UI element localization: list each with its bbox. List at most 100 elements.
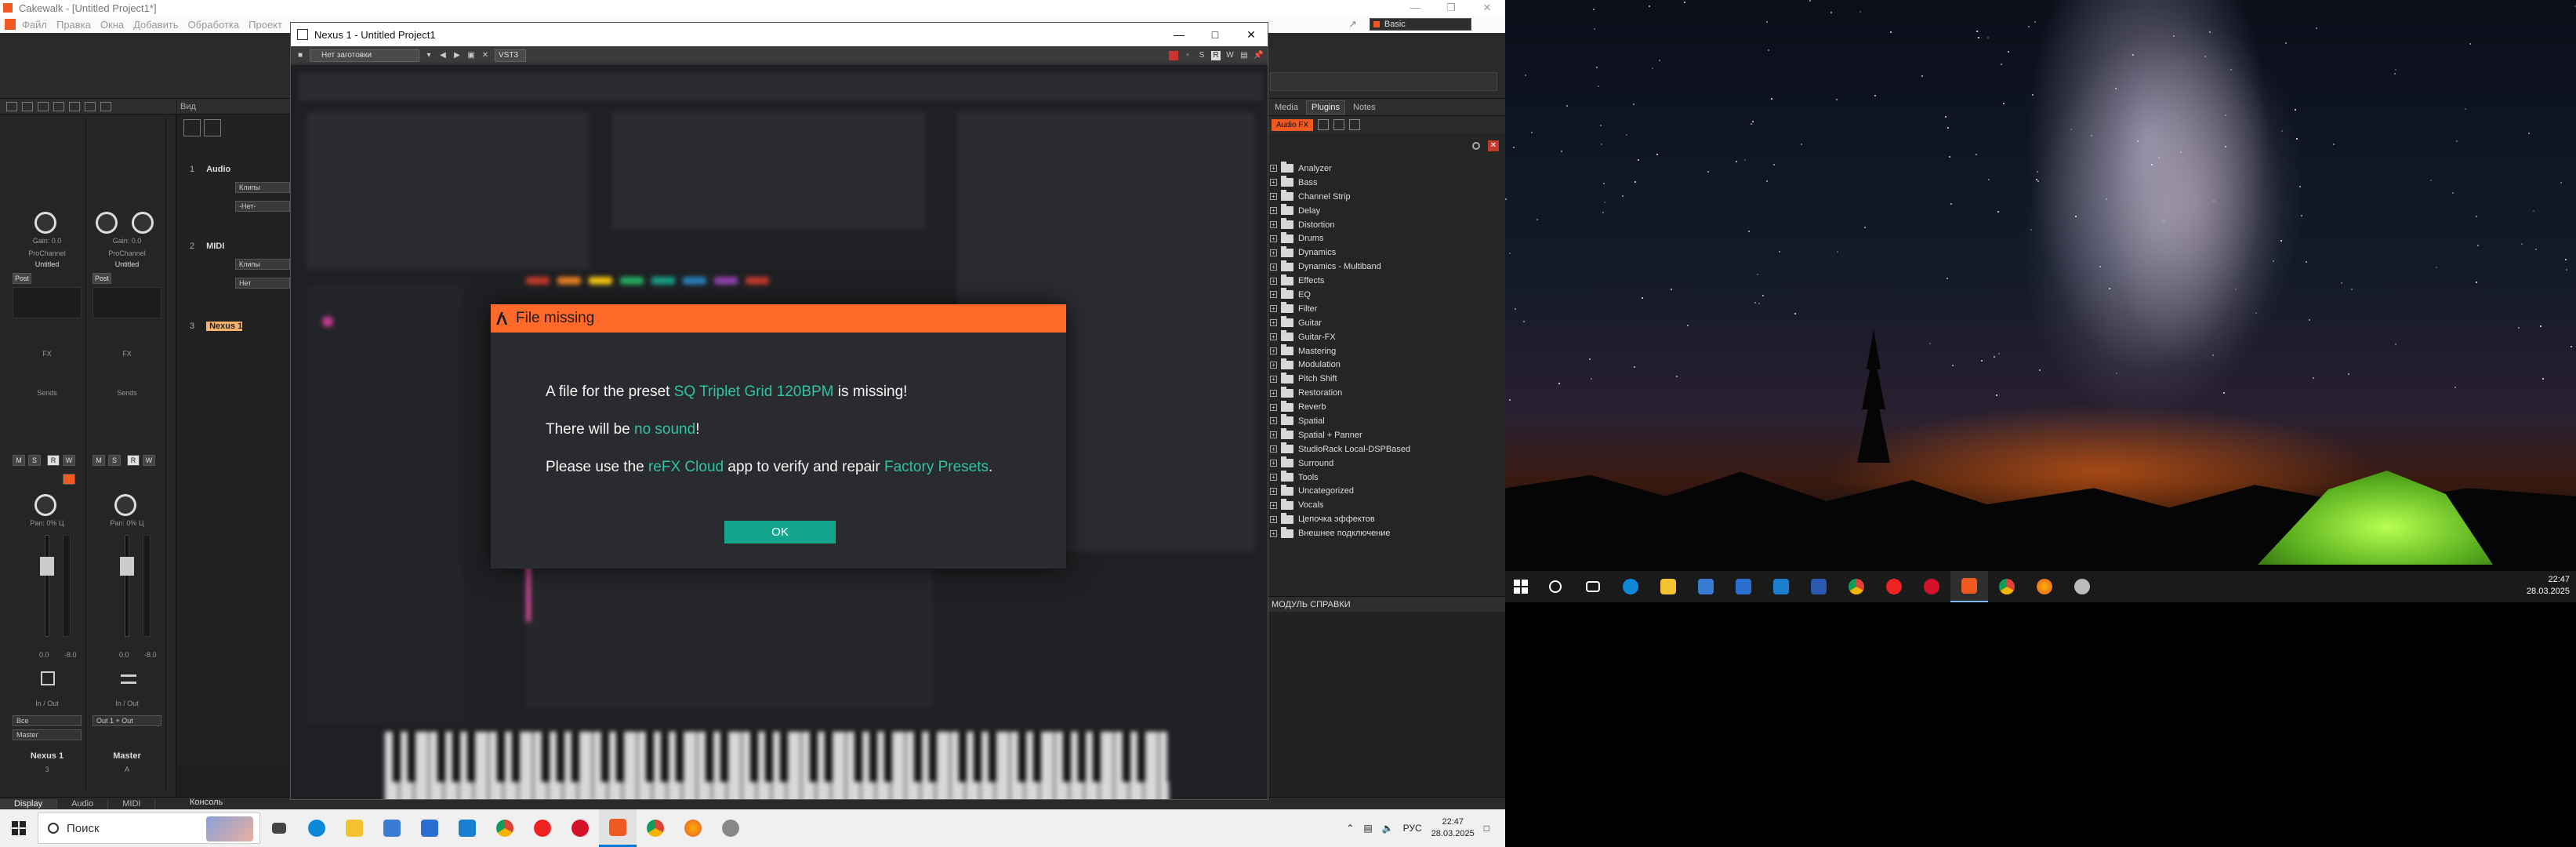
tab-display[interactable]: Display (0, 798, 58, 809)
expand-icon[interactable]: + (1270, 221, 1277, 228)
mail-icon[interactable] (411, 809, 448, 847)
instruments-icon[interactable] (1318, 119, 1330, 130)
opera-icon[interactable] (1913, 571, 1950, 602)
save-preset-icon[interactable]: ▣ (466, 51, 476, 60)
app-icon[interactable] (1762, 571, 1800, 602)
restore-icon[interactable]: ❐ (1433, 0, 1469, 16)
post-button[interactable]: Post (13, 273, 31, 284)
plugin-category-item[interactable]: + Drums (1267, 231, 1502, 245)
bus-icon[interactable] (121, 674, 136, 684)
chevron-up-icon[interactable]: ⌃ (1346, 823, 1354, 834)
expand-icon[interactable]: + (1270, 361, 1277, 369)
pan-knob[interactable] (132, 212, 154, 234)
mail-icon[interactable] (1725, 571, 1762, 602)
menu-windows[interactable]: Окна (100, 19, 133, 31)
yandex-browser-icon[interactable] (524, 809, 561, 847)
solo-button[interactable]: S (108, 455, 121, 466)
plugin-category-item[interactable]: + Modulation (1267, 358, 1502, 372)
store-icon[interactable] (1687, 571, 1725, 602)
tab-audio[interactable]: Audio (57, 798, 109, 809)
synth-icon[interactable] (41, 671, 55, 685)
write-button[interactable]: W (143, 455, 155, 466)
record-automation-icon[interactable] (1169, 51, 1178, 60)
expand-icon[interactable]: + (1270, 165, 1277, 173)
start-button[interactable] (0, 809, 38, 847)
close-icon[interactable]: ✕ (1469, 0, 1505, 16)
expand-icon[interactable]: + (1270, 431, 1277, 439)
pan-knob-2[interactable] (114, 494, 136, 516)
mute-button[interactable]: M (13, 455, 25, 466)
strip-name[interactable]: Nexus 1 (8, 751, 86, 761)
menu-file[interactable]: Файл (22, 19, 56, 31)
snapshot-button[interactable]: S (1197, 51, 1206, 60)
fullscreen-icon[interactable]: ↗ (1348, 18, 1357, 31)
audio-fx-button[interactable]: Audio FX (1272, 118, 1314, 131)
write-automation-button[interactable]: W (1225, 51, 1235, 60)
edge-icon[interactable] (1612, 571, 1649, 602)
add-track-icon[interactable] (183, 119, 201, 136)
read-automation-button[interactable]: R (1211, 51, 1221, 60)
track-options-icon[interactable] (204, 119, 221, 136)
inspector-tool-icon[interactable] (6, 101, 17, 111)
workspace-selector[interactable]: Basic (1369, 18, 1471, 31)
yandex-browser-icon[interactable] (1875, 571, 1913, 602)
search-icon[interactable] (1537, 571, 1574, 602)
plugin-category-item[interactable]: + EQ (1267, 288, 1502, 302)
plugin-menu-icon[interactable]: ■ (296, 51, 305, 60)
minimize-icon[interactable]: — (1397, 0, 1433, 16)
eq-thumbnail[interactable] (93, 287, 161, 318)
task-view-icon[interactable] (260, 809, 298, 847)
expand-icon[interactable]: + (1270, 501, 1277, 509)
track-name[interactable]: Audio (206, 165, 230, 174)
tab-notes[interactable]: Notes (1348, 101, 1381, 114)
expand-icon[interactable]: + (1270, 460, 1277, 467)
mute-button[interactable]: M (93, 455, 105, 466)
strip-name[interactable]: Master (88, 751, 166, 761)
preset-selector[interactable]: Нет заготовки (310, 49, 419, 62)
plugin-category-item[interactable]: + Channel Strip (1267, 190, 1502, 204)
expand-icon[interactable]: + (1270, 179, 1277, 187)
plugin-category-item[interactable]: + Mastering (1267, 344, 1502, 358)
expand-icon[interactable]: + (1270, 291, 1277, 299)
track-nexus[interactable]: 3 Nexus 1 (180, 322, 290, 331)
reFX-cloud-icon[interactable] (2063, 571, 2101, 602)
expand-icon[interactable]: + (1270, 403, 1277, 411)
expand-icon[interactable]: + (1270, 333, 1277, 341)
file-explorer-icon[interactable] (336, 809, 373, 847)
plugin-category-item[interactable]: + Reverb (1267, 400, 1502, 414)
menu-insert[interactable]: Добавить (133, 19, 187, 31)
track-name[interactable]: MIDI (206, 242, 224, 251)
file-explorer-icon[interactable] (1649, 571, 1687, 602)
output-selector[interactable]: Master (13, 729, 82, 740)
plugin-category-item[interactable]: + Внешнее подключение (1267, 526, 1502, 540)
output-selector[interactable]: Out 1 + Out (93, 715, 161, 726)
prochannel-label[interactable]: ProChannel (8, 249, 86, 257)
expand-icon[interactable]: + (1270, 193, 1277, 201)
plugin-category-item[interactable]: + Dynamics (1267, 245, 1502, 260)
maximize-icon[interactable]: □ (1197, 23, 1233, 46)
plugin-category-item[interactable]: + Delay (1267, 204, 1502, 218)
volume-fader[interactable] (40, 557, 54, 576)
prochannel-label[interactable]: ProChannel (88, 249, 166, 257)
track-name[interactable]: Nexus 1 (206, 322, 243, 331)
menu-process[interactable]: Обработка (188, 19, 249, 31)
fx-label[interactable]: FX (88, 350, 166, 358)
next-preset-icon[interactable]: ▶ (452, 51, 462, 60)
opera-icon[interactable] (561, 809, 599, 847)
inspector-tool-icon[interactable] (53, 101, 64, 111)
edge-icon[interactable] (298, 809, 336, 847)
network-icon[interactable]: ▤ (1363, 823, 1372, 834)
clock[interactable]: 22:47 28.03.2025 (1431, 816, 1475, 840)
chrome-profile-icon[interactable] (637, 809, 674, 847)
expand-icon[interactable]: + (1270, 207, 1277, 215)
track-midi[interactable]: 2 MIDI (180, 242, 290, 251)
inspector-tool-icon[interactable] (100, 101, 111, 111)
minimize-icon[interactable]: — (1161, 23, 1197, 46)
firefox-icon[interactable] (674, 809, 712, 847)
clear-search-icon[interactable]: ✕ (1488, 140, 1499, 151)
track-input[interactable]: -Нет- (235, 201, 290, 212)
track-pane-header[interactable]: Вид (177, 99, 290, 115)
gain-knob[interactable] (96, 212, 118, 234)
volume-icon[interactable]: 🔈 (1382, 823, 1394, 834)
plugin-category-item[interactable]: + Vocals (1267, 498, 1502, 512)
